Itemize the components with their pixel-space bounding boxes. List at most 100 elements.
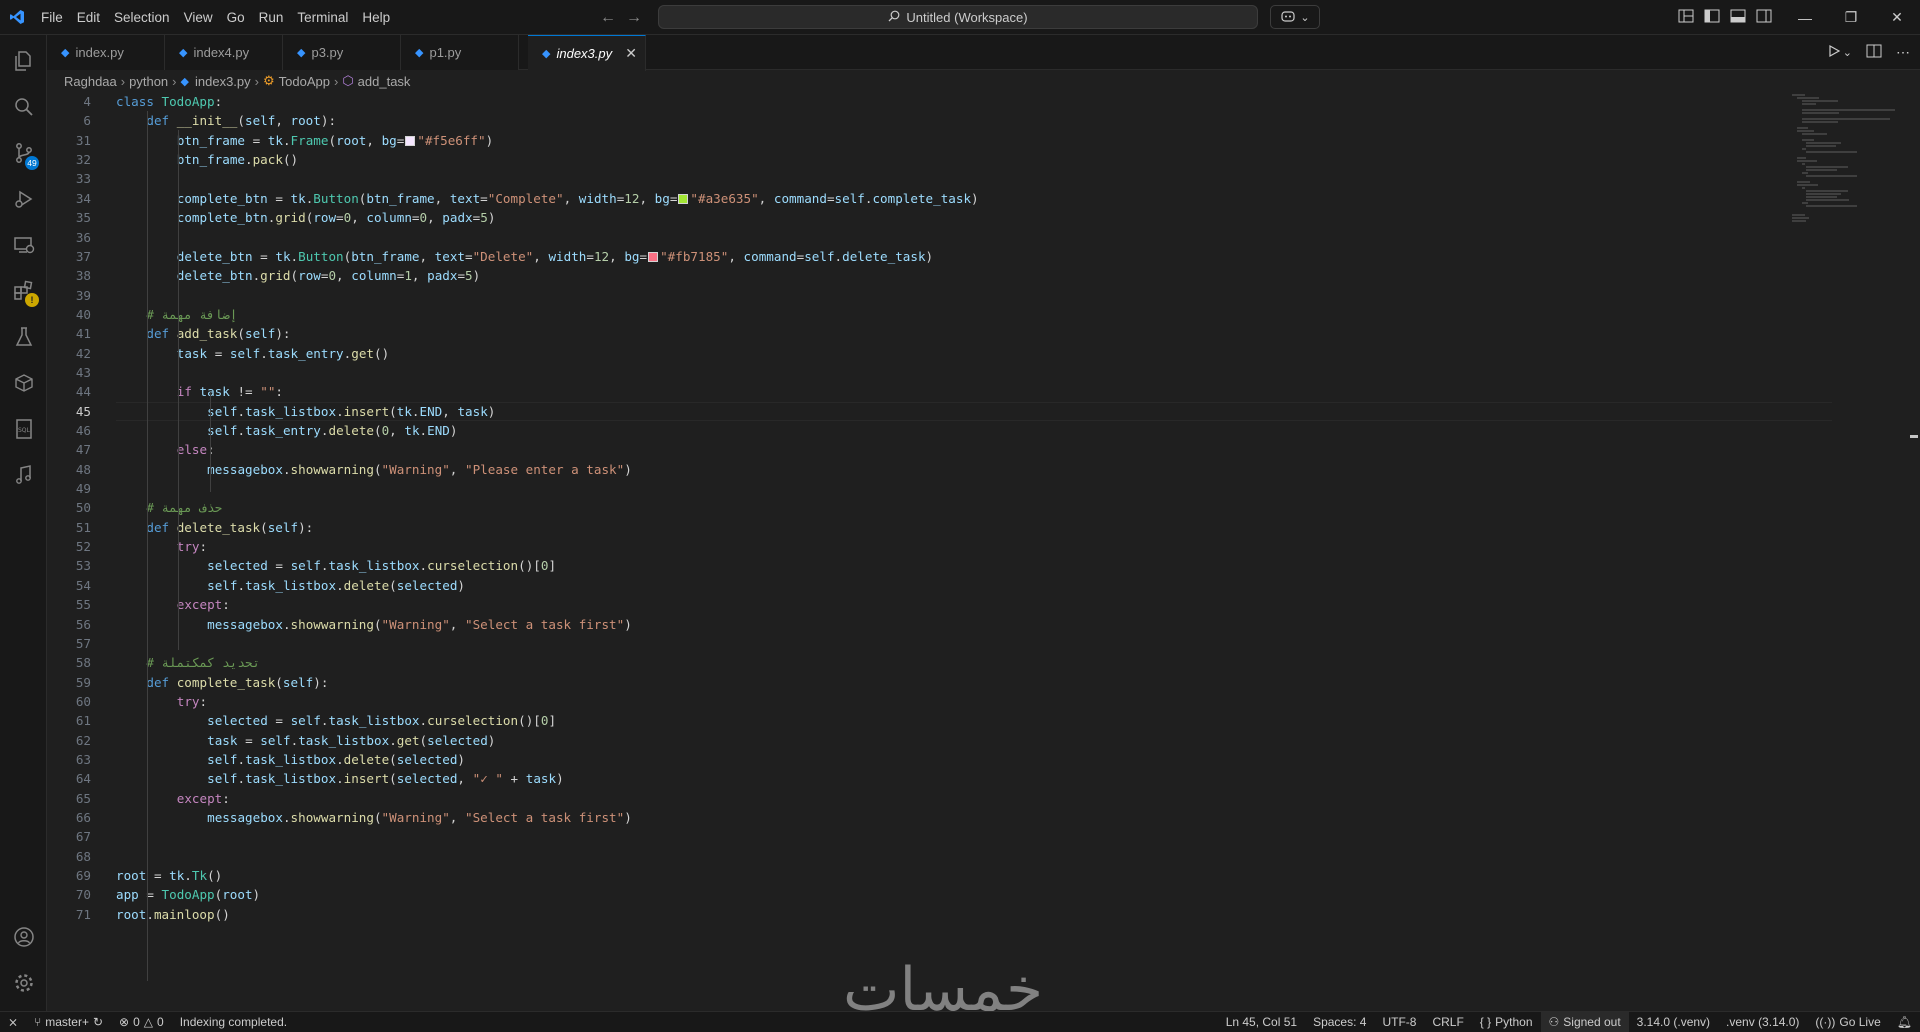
- toggle-secondary-sidebar-icon[interactable]: [1756, 9, 1772, 26]
- menu-view[interactable]: View: [177, 0, 220, 35]
- color-swatch[interactable]: [648, 251, 659, 262]
- close-tab-icon[interactable]: ✕: [625, 45, 637, 62]
- minimize-icon[interactable]: —: [1782, 0, 1828, 35]
- code-line[interactable]: 66 messagebox.showwarning("Warning", "Se…: [47, 808, 1787, 827]
- source-control-icon[interactable]: 49: [0, 131, 47, 175]
- notifications-bell-icon[interactable]: 🔔︎: [1889, 1012, 1920, 1032]
- code-line[interactable]: 34 complete_btn = tk.Button(btn_frame, t…: [47, 189, 1787, 208]
- breadcrumb-folder[interactable]: Raghdaa: [64, 74, 117, 89]
- code-line[interactable]: 68: [47, 847, 1787, 866]
- color-swatch[interactable]: [678, 193, 689, 204]
- restore-icon[interactable]: ❐: [1828, 0, 1874, 35]
- branch-status[interactable]: ⑂ master+ ↻: [26, 1012, 111, 1032]
- code-line[interactable]: 35 complete_btn.grid(row=0, column=0, pa…: [47, 208, 1787, 227]
- code-line[interactable]: 33: [47, 169, 1787, 188]
- venv-status[interactable]: .venv (3.14.0): [1718, 1012, 1807, 1032]
- code-line[interactable]: 41 def add_task(self):: [47, 324, 1787, 343]
- testing-icon[interactable]: [0, 315, 47, 359]
- account-status[interactable]: ⚇ Signed out: [1540, 1012, 1629, 1032]
- forward-arrow-icon[interactable]: →: [626, 9, 642, 27]
- go-live-button[interactable]: ((·)) Go Live: [1807, 1012, 1888, 1032]
- code-line[interactable]: 69 root = tk.Tk(): [47, 866, 1787, 885]
- cursor-position[interactable]: Ln 45, Col 51: [1218, 1012, 1305, 1032]
- code-line[interactable]: 65 except:: [47, 789, 1787, 808]
- code-line[interactable]: 67: [47, 827, 1787, 846]
- minimap[interactable]: [1790, 92, 1910, 1010]
- copilot-button[interactable]: ⌄: [1270, 5, 1320, 29]
- tab-p3[interactable]: ◆ p3.py: [283, 35, 401, 70]
- code-line[interactable]: 59 def complete_task(self):: [47, 673, 1787, 692]
- code-line[interactable]: 46 self.task_entry.delete(0, tk.END): [47, 421, 1787, 440]
- sql-icon[interactable]: SQL: [0, 407, 47, 451]
- remote-explorer-icon[interactable]: [0, 223, 47, 267]
- menu-selection[interactable]: Selection: [107, 0, 177, 35]
- code-line[interactable]: 70 app = TodoApp(root): [47, 885, 1787, 904]
- code-line[interactable]: 38 delete_btn.grid(row=0, column=1, padx…: [47, 266, 1787, 285]
- toggle-primary-sidebar-icon[interactable]: [1704, 9, 1720, 26]
- breadcrumb-method[interactable]: add_task: [358, 74, 411, 89]
- color-swatch[interactable]: [405, 135, 416, 146]
- end-of-line[interactable]: CRLF: [1424, 1012, 1471, 1032]
- code-line[interactable]: 43: [47, 363, 1787, 382]
- extensions-icon[interactable]: !: [0, 269, 47, 313]
- code-line[interactable]: 44 if task != "":: [47, 382, 1787, 401]
- code-line[interactable]: 39: [47, 286, 1787, 305]
- code-line[interactable]: 63 self.task_listbox.delete(selected): [47, 750, 1787, 769]
- menu-terminal[interactable]: Terminal: [290, 0, 355, 35]
- breadcrumb-file[interactable]: index3.py: [195, 74, 251, 89]
- code-line[interactable]: 56 messagebox.showwarning("Warning", "Se…: [47, 615, 1787, 634]
- breadcrumb-class[interactable]: TodoApp: [279, 74, 330, 89]
- customize-layout-icon[interactable]: [1678, 9, 1694, 26]
- menu-edit[interactable]: Edit: [70, 0, 107, 35]
- encoding[interactable]: UTF-8: [1374, 1012, 1424, 1032]
- code-line[interactable]: 45 self.task_listbox.insert(tk.END, task…: [47, 402, 1787, 421]
- language-mode[interactable]: { } Python: [1472, 1012, 1541, 1032]
- tab-index[interactable]: ◆ index.py: [47, 35, 165, 70]
- split-editor-icon[interactable]: [1866, 44, 1882, 61]
- menu-run[interactable]: Run: [252, 0, 291, 35]
- menu-go[interactable]: Go: [220, 0, 252, 35]
- containers-icon[interactable]: [0, 361, 47, 405]
- code-line[interactable]: 55 except:: [47, 595, 1787, 614]
- python-interpreter[interactable]: 3.14.0 (.venv): [1629, 1012, 1718, 1032]
- code-line[interactable]: 37 delete_btn = tk.Button(btn_frame, tex…: [47, 247, 1787, 266]
- code-line[interactable]: 53 selected = self.task_listbox.curselec…: [47, 556, 1787, 575]
- explorer-icon[interactable]: [0, 39, 47, 83]
- account-icon[interactable]: [0, 915, 47, 959]
- code-line[interactable]: 42 task = self.task_entry.get(): [47, 344, 1787, 363]
- menu-help[interactable]: Help: [355, 0, 397, 35]
- code-editor[interactable]: 4 class TodoApp: 6 def __init__(self, root…: [47, 92, 1832, 1010]
- code-line[interactable]: 40 # إضافة مهمة: [47, 305, 1787, 324]
- toggle-panel-icon[interactable]: [1730, 9, 1746, 26]
- code-line[interactable]: 61 selected = self.task_listbox.curselec…: [47, 711, 1787, 730]
- code-line[interactable]: 47 else:: [47, 440, 1787, 459]
- run-and-debug-icon[interactable]: [0, 177, 47, 221]
- code-line[interactable]: 60 try:: [47, 692, 1787, 711]
- tab-index3[interactable]: ◆ index3.py ✕: [528, 35, 646, 71]
- code-line[interactable]: 71 root.mainloop(): [47, 905, 1787, 924]
- tab-p1[interactable]: ◆ p1.py: [401, 35, 519, 70]
- breadcrumb-folder[interactable]: python: [129, 74, 168, 89]
- close-window-icon[interactable]: ✕: [1874, 0, 1920, 35]
- code-line[interactable]: 64 self.task_listbox.insert(selected, "✓…: [47, 769, 1787, 788]
- settings-gear-icon[interactable]: [0, 961, 47, 1005]
- code-line[interactable]: 48 messagebox.showwarning("Warning", "Pl…: [47, 460, 1787, 479]
- command-center[interactable]: Untitled (Workspace): [658, 5, 1258, 29]
- code-line[interactable]: 50 # حذف مهمة: [47, 498, 1787, 517]
- chevron-down-icon[interactable]: ⌄: [1843, 46, 1852, 59]
- menu-file[interactable]: File: [34, 0, 70, 35]
- code-line[interactable]: 32 btn_frame.pack(): [47, 150, 1787, 169]
- code-line[interactable]: 49: [47, 479, 1787, 498]
- code-line[interactable]: 54 self.task_listbox.delete(selected): [47, 576, 1787, 595]
- tab-index4[interactable]: ◆ index4.py: [165, 35, 283, 70]
- indentation[interactable]: Spaces: 4: [1305, 1012, 1374, 1032]
- code-line[interactable]: 58 # تحديد كمكتملة: [47, 653, 1787, 672]
- music-note-icon[interactable]: [0, 453, 47, 497]
- code-line[interactable]: 36: [47, 228, 1787, 247]
- search-icon[interactable]: [0, 85, 47, 129]
- run-python-file-icon[interactable]: [1827, 44, 1841, 61]
- code-line[interactable]: 4 class TodoApp:: [47, 92, 1787, 111]
- code-line[interactable]: 62 task = self.task_listbox.get(selected…: [47, 731, 1787, 750]
- code-line[interactable]: 57: [47, 634, 1787, 653]
- problems-status[interactable]: ⊗ 0 △ 0: [111, 1012, 172, 1032]
